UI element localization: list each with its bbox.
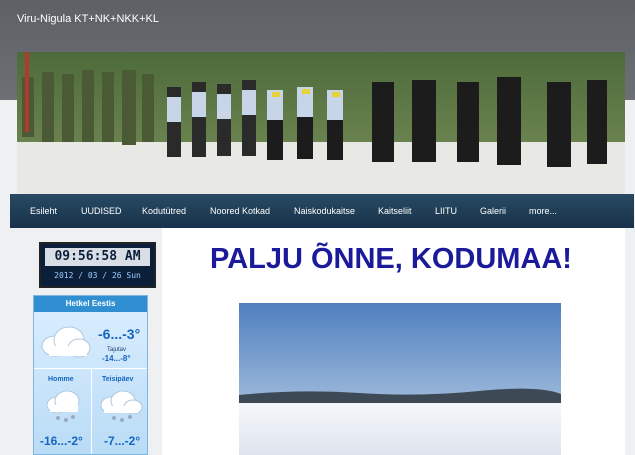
snow-cloud-icon xyxy=(100,390,143,422)
clock-time: 09:56:58 AM xyxy=(45,248,150,266)
cloud-icon xyxy=(41,326,91,358)
winter-landscape-photo[interactable] xyxy=(239,303,561,455)
weather-divider-vertical xyxy=(91,369,92,454)
current-temperature: -6...-3° xyxy=(98,326,141,342)
site-title[interactable]: Viru-Nigula KT+NK+NKK+KL xyxy=(17,13,159,25)
nav-item-galerii[interactable]: Galerii xyxy=(480,206,506,216)
clock-date: 2012 / 03 / 26 Sun xyxy=(54,271,141,280)
weather-header: Hetkel Eestis xyxy=(34,296,147,312)
feels-like-label: Tajutav xyxy=(107,347,127,353)
nav-item-liitu[interactable]: LIITU xyxy=(435,206,457,216)
nav-item-kaitseliit[interactable]: Kaitseliit xyxy=(378,206,412,216)
tomorrow-label: Homme xyxy=(48,376,74,383)
nav-item-naiskodukaitse[interactable]: Naiskodukaitse xyxy=(294,206,355,216)
dayafter-label: Teisipäev xyxy=(102,376,134,383)
header-banner-photo xyxy=(17,52,625,194)
weather-widget[interactable]: Hetkel Eestis -6...-3° Tajutav -14...-8°… xyxy=(33,295,148,455)
feels-like-temperature: -14...-8° xyxy=(102,354,131,363)
nav-item-more[interactable]: more... xyxy=(529,206,557,216)
tomorrow-temperature: -16...-2° xyxy=(40,434,83,448)
nav-item-uudised[interactable]: UUDISED xyxy=(81,206,122,216)
nav-item-noored-kotkad[interactable]: Noored Kotkad xyxy=(210,206,270,216)
main-navigation: Esileht UUDISED Kodutütred Noored Kotkad… xyxy=(10,194,634,228)
page-headline: PALJU ÕNNE, KODUMAA! xyxy=(210,243,572,275)
clock-widget: 09:56:58 AM 2012 / 03 / 26 Sun xyxy=(39,242,156,288)
snow-cloud-icon xyxy=(46,390,80,422)
dayafter-temperature: -7...-2° xyxy=(104,434,141,448)
nav-item-esileht[interactable]: Esileht xyxy=(30,206,57,216)
nav-item-kodututred[interactable]: Kodutütred xyxy=(142,206,186,216)
